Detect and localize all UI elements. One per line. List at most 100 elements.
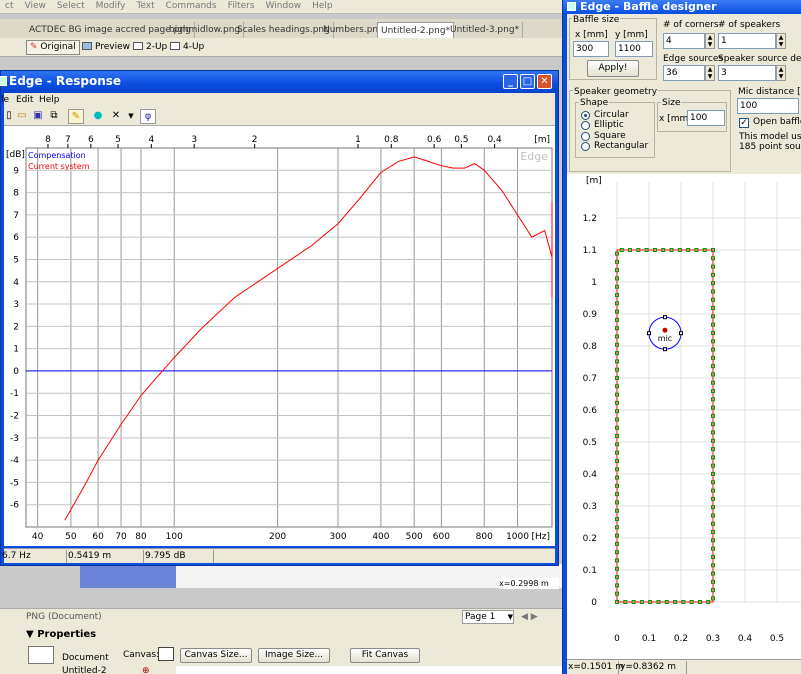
open-baffle-checkbox[interactable]: ✓ <box>739 118 749 128</box>
apply-button[interactable]: Apply! <box>587 60 639 77</box>
4up-icon <box>170 42 180 50</box>
view-toolbar: ✎ Original Preview 2-Up 4-Up <box>0 38 570 57</box>
menu-item[interactable]: ct <box>5 0 13 13</box>
x2-tick-label: 2 <box>252 135 258 145</box>
speaker-handle <box>663 315 667 320</box>
speaker-density-input[interactable]: 3 <box>718 65 776 81</box>
x2-tick-label: 4 <box>148 135 154 145</box>
speakers-stepper[interactable]: ▲ ▼ <box>776 33 786 49</box>
mic-marker <box>662 327 668 333</box>
original-view-button[interactable]: ✎ Original <box>26 40 80 55</box>
radio-elliptic[interactable] <box>581 121 590 130</box>
menu-edit[interactable]: Edit <box>16 95 33 105</box>
maximize-button[interactable]: □ <box>520 74 535 89</box>
speaker-handle <box>663 347 667 352</box>
response-toolbar: ▯ ▭ ▣ ⧉ ✎ ● ✕ ▼ φ <box>4 108 555 126</box>
baffle-outline <box>616 249 714 603</box>
menu-file[interactable]: le <box>1 95 9 105</box>
close-button[interactable]: ✕ <box>537 74 552 89</box>
speaker-circle <box>648 316 682 350</box>
doc-tab[interactable]: highmidlow.png <box>166 22 245 38</box>
x-tick-label: 800 <box>476 532 493 542</box>
y-tick-label: -6 <box>10 501 19 511</box>
y-tick-label: 0.6 <box>583 406 598 416</box>
x2-tick-label: 0.6 <box>427 135 442 145</box>
baffle-size-label: Baffle size <box>572 15 621 25</box>
baffle-titlebar[interactable]: Edge - Baffle designer <box>563 0 801 14</box>
properties-header[interactable]: ▼ Properties <box>26 629 96 640</box>
speaker-density-stepper[interactable]: ▲ ▼ <box>776 65 786 81</box>
page-select[interactable]: Page 1 ▼ <box>462 610 514 624</box>
canvas-image-fragment <box>80 564 176 588</box>
menu-item[interactable]: Help <box>312 0 333 13</box>
x2-tick-label: 1 <box>355 135 361 145</box>
radio-circular[interactable] <box>581 111 590 120</box>
2up-view-button[interactable]: 2-Up <box>129 40 171 55</box>
y-tick-label: -1 <box>10 389 19 399</box>
menu-help[interactable]: Help <box>39 95 60 105</box>
copy-icon[interactable]: ⧉ <box>46 109 62 124</box>
speakers-input[interactable]: 1 <box>718 33 776 49</box>
baffle-x-input[interactable]: 300 <box>573 41 609 57</box>
x-tick-label: 0.2 <box>674 634 688 644</box>
canvas-color-swatch[interactable] <box>158 647 174 661</box>
menu-item[interactable]: Filters <box>228 0 255 13</box>
edge-sources-stepper[interactable]: ▲ ▼ <box>705 65 715 81</box>
window-title: Edge - Response <box>9 74 122 88</box>
corners-input[interactable]: 4 <box>663 33 705 49</box>
4up-view-button[interactable]: 4-Up <box>166 40 208 55</box>
properties-panel: ▼ Properties Document Untitled-2 Canvas:… <box>0 626 570 674</box>
menu-item[interactable]: Window <box>266 0 302 13</box>
menu-item[interactable]: Commands <box>166 0 217 13</box>
triangle-down-icon: ▼ <box>26 629 34 640</box>
doc-tab-active[interactable]: Untitled-2.png* <box>377 22 455 38</box>
y-axis-label: [dB] <box>6 150 25 160</box>
corners-stepper[interactable]: ▲ ▼ <box>705 33 715 49</box>
dropdown-icon[interactable]: ▼ <box>123 109 139 124</box>
image-size-button[interactable]: Image Size... <box>258 648 330 663</box>
y-tick-label: 4 <box>13 278 19 288</box>
x-tick-label: 60 <box>92 532 104 542</box>
radio-rectangular[interactable] <box>581 142 590 151</box>
2up-icon <box>133 42 143 50</box>
menu-item[interactable]: Text <box>136 0 154 13</box>
shape-option-label: Circular <box>594 110 629 120</box>
zoom-icon: ⊕ <box>142 666 150 674</box>
doc-tab[interactable]: Scales headings.png <box>234 22 334 38</box>
status-mouse-x: x=0.1501 m <box>568 661 624 674</box>
x-tick-label: 600 <box>433 532 450 542</box>
y-tick-label: 0.9 <box>583 310 598 320</box>
preview-icon <box>82 42 92 50</box>
x-tick-label: 50 <box>65 532 77 542</box>
menu-item[interactable]: Select <box>57 0 85 13</box>
legend-entry: Current system <box>28 162 90 171</box>
preview-view-button[interactable]: Preview <box>78 40 134 55</box>
phi-icon[interactable]: φ <box>140 109 156 124</box>
baffle-y-input[interactable]: 1100 <box>615 41 653 57</box>
delete-icon[interactable]: ✕ <box>108 109 124 124</box>
x-tick-label: 0.3 <box>706 634 720 644</box>
fit-canvas-button[interactable]: Fit Canvas <box>350 648 420 663</box>
open-icon[interactable]: ▭ <box>14 109 30 124</box>
pencil-icon[interactable]: ✎ <box>68 109 84 124</box>
response-chart: 4050607080100200300400500600800100020003… <box>4 126 801 546</box>
compensation-icon[interactable]: ● <box>90 109 106 124</box>
response-titlebar[interactable]: Edge - Response _ □ ✕ <box>0 71 558 93</box>
menu-item[interactable]: Modify <box>96 0 126 13</box>
mic-distance-label: Mic distance [m] <box>738 87 801 97</box>
size-x-input[interactable]: 100 <box>687 110 725 126</box>
x-tick-label: 0.5 <box>770 634 784 644</box>
canvas-size-button[interactable]: Canvas Size... <box>180 648 252 663</box>
doc-tab[interactable]: Untitled-3.png* <box>447 22 524 38</box>
x2-tick-label: 5 <box>115 135 121 145</box>
save-icon[interactable]: ▣ <box>30 109 46 124</box>
edge-sources-input[interactable]: 36 <box>663 65 705 81</box>
radio-square[interactable] <box>581 132 590 141</box>
props-field <box>176 666 570 674</box>
unit-label: [m] <box>586 176 602 186</box>
x-axis-label: [Hz] <box>531 532 550 542</box>
page-nav-icon[interactable]: ◀ ▶ <box>521 612 538 622</box>
minimize-button[interactable]: _ <box>503 74 518 89</box>
mic-distance-input[interactable]: 100 <box>737 98 799 114</box>
menu-item[interactable]: View <box>24 0 45 13</box>
